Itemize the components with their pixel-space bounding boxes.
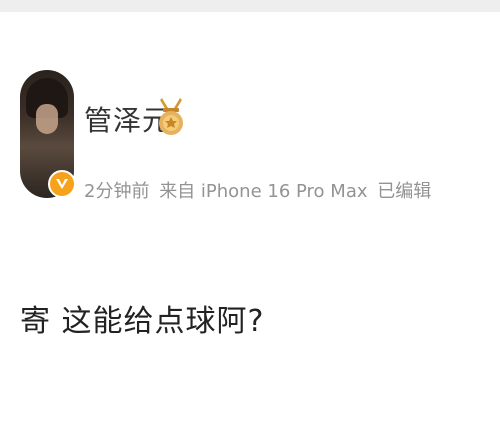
- edited-label[interactable]: 已编辑: [377, 181, 431, 202]
- avatar-container[interactable]: [20, 70, 76, 202]
- gold-medal-icon: [159, 98, 183, 135]
- post-source[interactable]: 来自 iPhone 16 Pro Max: [159, 181, 367, 202]
- post-text: 寄 这能给点球阿?: [20, 304, 265, 339]
- v-check-icon: [56, 179, 68, 189]
- verified-badge-icon: [48, 170, 76, 198]
- post-time: 2分钟前: [84, 181, 150, 202]
- post-meta: 2分钟前 来自 iPhone 16 Pro Max 已编辑: [84, 180, 435, 204]
- avatar-face-shape: [36, 104, 58, 134]
- weibo-post-card: 管泽元 2分钟前 来自 iPhone 16 Pro Max 已编辑 寄 这能给点…: [0, 12, 500, 440]
